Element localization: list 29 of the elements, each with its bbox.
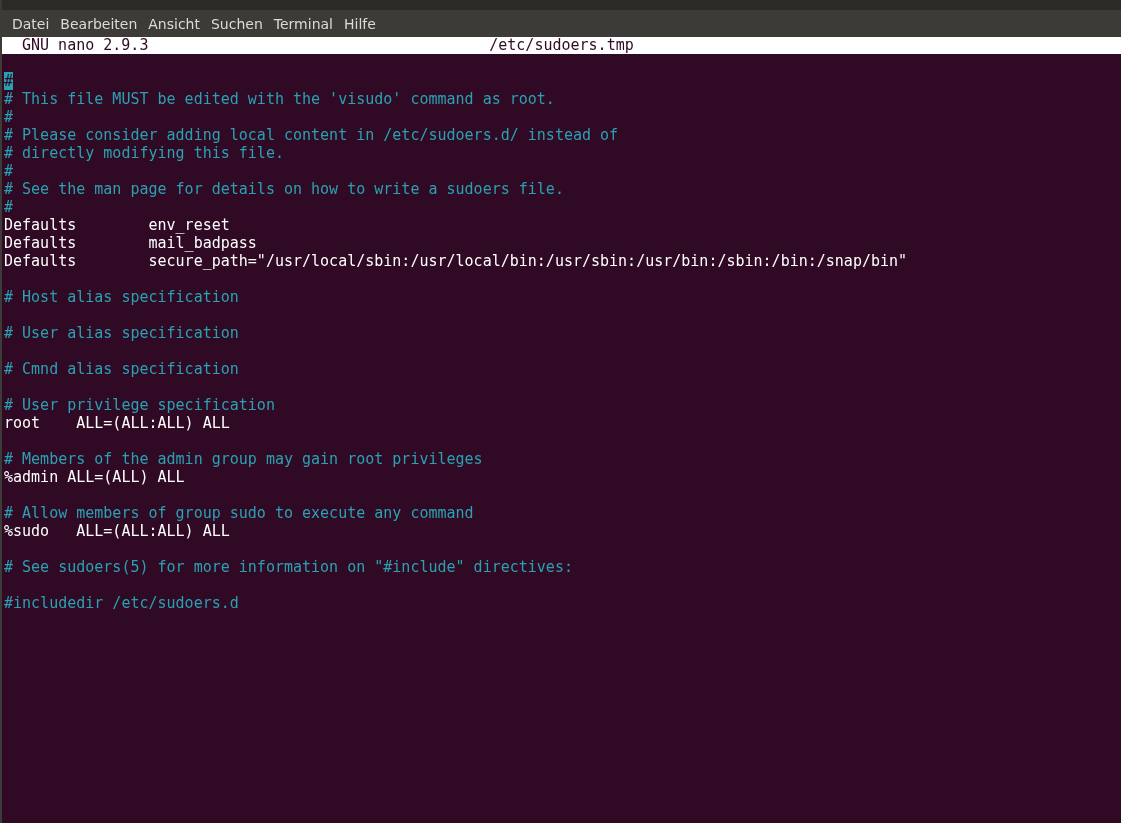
code-line: # Please consider adding local content in /etc/sudoers.d/ instead of: [4, 126, 619, 144]
code-line: # User privilege specification: [4, 396, 275, 414]
code-line: %sudo ALL=(ALL:ALL) ALL: [4, 522, 230, 540]
code-line: %admin ALL=(ALL) ALL: [4, 468, 185, 486]
code-line: # directly modifying this file.: [4, 144, 284, 162]
code-line: Defaults env_reset: [4, 216, 230, 234]
code-line: # Allow members of group sudo to execute any command: [4, 504, 474, 522]
menu-item[interactable]: Ansicht: [146, 15, 205, 32]
app-version: GNU nano 2.9.3: [21, 37, 150, 54]
code-line: # User alias specification: [4, 324, 239, 342]
code-line: #: [4, 108, 14, 126]
code-line: # This file MUST be edited with the 'visudo' command as root.: [4, 90, 555, 108]
menu-item[interactable]: Suchen: [209, 15, 268, 32]
code-line: # See sudoers(5) for more information on "#include" directives:: [4, 558, 573, 576]
code-line: #: [4, 162, 14, 180]
menu-item[interactable]: Terminal: [271, 15, 338, 32]
menu-item[interactable]: Datei: [10, 15, 55, 32]
code-line: Defaults mail_badpass: [4, 234, 257, 252]
file-name: /etc/sudoers.tmp: [489, 37, 634, 54]
code-line: # See the man page for details on how to write a sudoers file.: [4, 180, 564, 198]
code-line: # Host alias specification: [4, 288, 239, 306]
code-line: #includedir /etc/sudoers.d: [4, 594, 239, 612]
code-line: root ALL=(ALL:ALL) ALL: [4, 414, 230, 432]
code-line: Defaults secure_path="/usr/local/sbin:/usr/local/bin:/usr/sbin:/usr/bin:/sbin:/bin:/snap/bin": [4, 252, 908, 270]
code-line: #: [4, 198, 14, 216]
menu-item[interactable]: Hilfe: [342, 15, 381, 32]
code-line: # Members of the admin group may gain root privileges: [4, 450, 483, 468]
code-line: # Cmnd alias specification: [4, 360, 239, 378]
menu-item[interactable]: Bearbeiten: [58, 15, 143, 32]
